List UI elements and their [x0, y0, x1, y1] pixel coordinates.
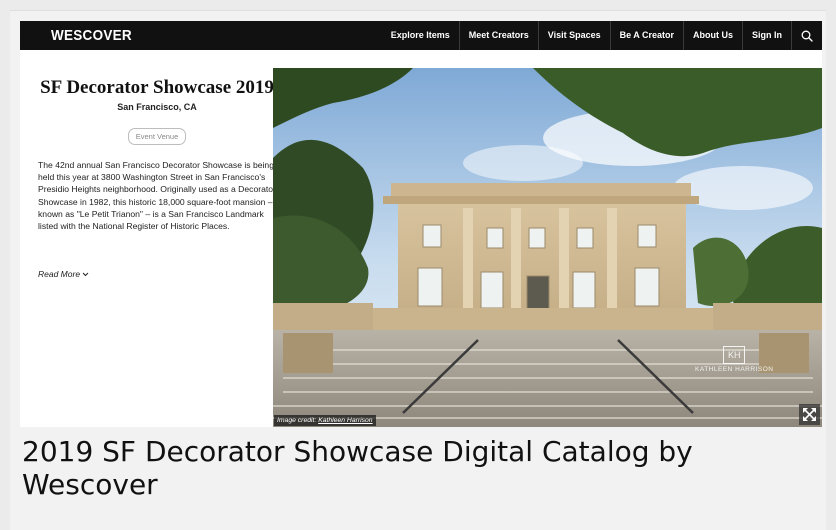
expand-button[interactable] [799, 404, 820, 425]
nav-be-a-creator[interactable]: Be A Creator [609, 21, 683, 50]
nav-sign-in[interactable]: Sign In [742, 21, 791, 50]
nav-about-us[interactable]: About Us [683, 21, 742, 50]
main-nav: Explore Items Meet Creators Visit Spaces… [382, 21, 822, 50]
venue-description: The 42nd annual San Francisco Decorator … [38, 160, 276, 232]
credit-prefix: Image credit: [277, 417, 317, 424]
read-more-link[interactable]: Read More [38, 269, 276, 279]
photographer-watermark: KH KATHLEEN HARRISON [695, 346, 773, 373]
top-navbar: WESCOVER Explore Items Meet Creators Vis… [20, 21, 822, 50]
read-more-label: Read More [38, 269, 81, 279]
search-icon [801, 30, 813, 42]
kh-logo-icon: KH [723, 346, 746, 364]
description-fade [38, 233, 276, 267]
image-credit: Image credit: Kathleen Harrison [274, 415, 376, 426]
venue-info-panel: SF Decorator Showcase 2019 San Francisco… [38, 76, 276, 279]
event-venue-badge[interactable]: Event Venue [127, 128, 187, 145]
venue-location: San Francisco, CA [117, 102, 197, 112]
mansion-photo [273, 68, 822, 427]
venue-photo[interactable]: KH KATHLEEN HARRISON Image credit: Kathl… [273, 68, 822, 427]
chevron-down-icon [83, 272, 89, 277]
nav-meet-creators[interactable]: Meet Creators [458, 21, 538, 50]
venue-title: SF Decorator Showcase 2019 [40, 77, 274, 98]
nav-visit-spaces[interactable]: Visit Spaces [537, 21, 610, 50]
page-title: 2019 SF Decorator Showcase Digital Catal… [22, 435, 693, 501]
expand-icon [803, 408, 816, 421]
venue-embed: WESCOVER Explore Items Meet Creators Vis… [20, 21, 822, 427]
wescover-logo[interactable]: WESCOVER [51, 27, 132, 44]
nav-explore-items[interactable]: Explore Items [382, 21, 459, 50]
credit-link[interactable]: Kathleen Harrison [318, 417, 372, 424]
description-container: The 42nd annual San Francisco Decorator … [38, 159, 276, 267]
search-button[interactable] [791, 21, 822, 50]
embed-frame: WESCOVER Explore Items Meet Creators Vis… [10, 10, 826, 530]
